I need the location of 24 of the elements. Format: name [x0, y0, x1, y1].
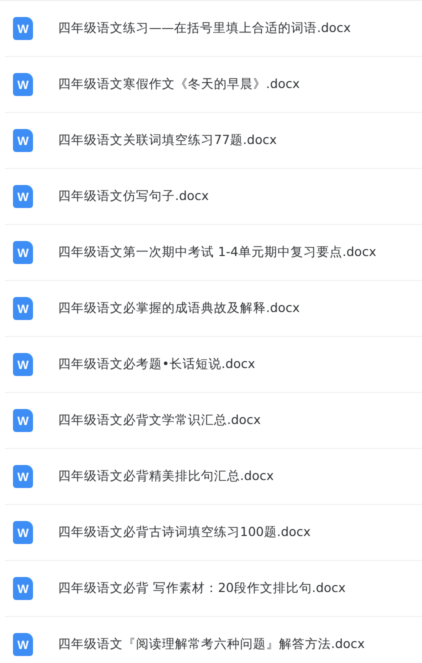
word-document-icon: W [13, 297, 33, 320]
file-name[interactable]: 四年级语文必背古诗词填空练习100题.docx [58, 524, 311, 541]
word-document-icon: W [13, 409, 33, 432]
word-document-icon: W [13, 633, 33, 656]
file-name[interactable]: 四年级语文仿写句子.docx [58, 188, 209, 205]
word-document-icon: W [13, 17, 33, 40]
file-name[interactable]: 四年级语文必考题•长话短说.docx [58, 356, 256, 373]
file-name[interactable]: 四年级语文必背精美排比句汇总.docx [58, 468, 274, 485]
file-name[interactable]: 四年级语文第一次期中考试 1-4单元期中复习要点.docx [58, 244, 376, 261]
word-document-icon: W [13, 577, 33, 600]
word-document-icon: W [13, 241, 33, 264]
word-document-icon: W [13, 521, 33, 544]
file-name[interactable]: 四年级语文练习——在括号里填上合适的词语.docx [58, 20, 351, 37]
word-document-icon: W [13, 73, 33, 96]
file-name[interactable]: 四年级语文必背 写作素材：20段作文排比句.docx [58, 580, 346, 597]
file-name[interactable]: 四年级语文必掌握的成语典故及解释.docx [58, 300, 300, 317]
file-name[interactable]: 四年级语文关联词填空练习77题.docx [58, 132, 277, 149]
word-document-icon: W [13, 185, 33, 208]
file-name[interactable]: 四年级语文寒假作文《冬天的早晨》.docx [58, 76, 300, 93]
file-name[interactable]: 四年级语文『阅读理解常考六种问题』解答方法.docx [58, 636, 365, 653]
word-document-icon: W [13, 129, 33, 152]
file-name[interactable]: 四年级语文必背文学常识汇总.docx [58, 412, 261, 429]
word-document-icon: W [13, 465, 33, 488]
word-document-icon: W [13, 353, 33, 376]
